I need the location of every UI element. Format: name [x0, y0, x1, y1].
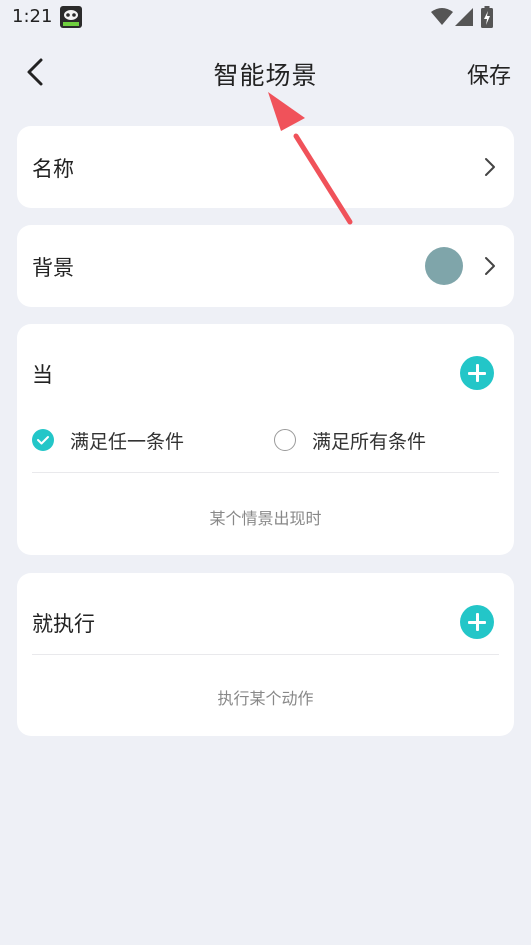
signal-icon: [455, 8, 473, 26]
background-color-swatch[interactable]: [425, 247, 463, 285]
then-label: 就执行: [32, 612, 95, 636]
page-title: 智能场景: [213, 61, 318, 90]
action-hint[interactable]: 执行某个动作: [17, 685, 514, 709]
option-match-all-label: 满足所有条件: [312, 431, 427, 453]
when-section: 当 满足任一条件 满足所有条件 某个情景出现时: [17, 324, 514, 555]
wifi-icon: [431, 8, 453, 25]
add-action-button[interactable]: [460, 605, 494, 639]
battery-icon: [481, 6, 493, 28]
then-section: 就执行 执行某个动作: [17, 573, 514, 736]
header: 智能场景 保存: [0, 42, 531, 102]
radio-checked-icon[interactable]: [32, 429, 54, 451]
status-time: 1:21: [12, 6, 53, 27]
name-label: 名称: [32, 157, 74, 181]
background-row[interactable]: 背景: [17, 225, 514, 307]
background-label: 背景: [32, 256, 74, 280]
name-row[interactable]: 名称: [17, 126, 514, 208]
chevron-right-icon: [485, 257, 495, 275]
radio-unchecked-icon[interactable]: [274, 429, 296, 451]
divider: [32, 472, 499, 473]
status-bar: 1:21: [0, 0, 531, 36]
option-match-any-label: 满足任一条件: [70, 431, 185, 453]
divider: [32, 654, 499, 655]
add-condition-button[interactable]: [460, 356, 494, 390]
when-label: 当: [32, 363, 53, 387]
save-button[interactable]: 保存: [467, 58, 511, 90]
app-notification-icon: [60, 6, 82, 28]
chevron-right-icon: [485, 158, 495, 176]
condition-hint[interactable]: 某个情景出现时: [17, 505, 514, 529]
